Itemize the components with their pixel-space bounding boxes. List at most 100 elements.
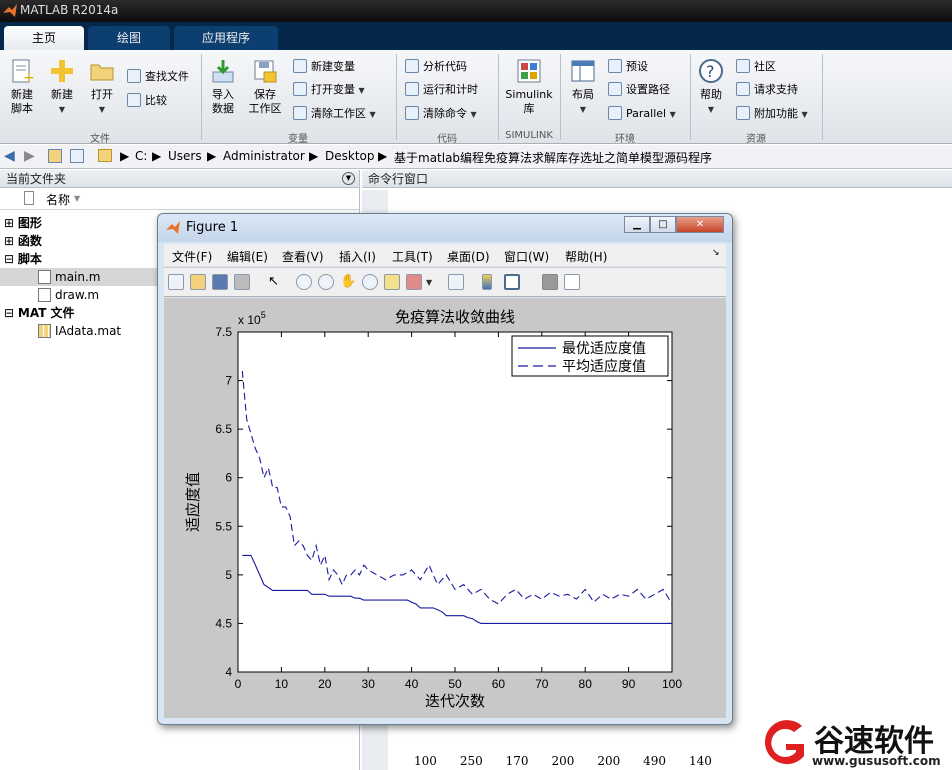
figure-toolbar: ↖ ✋ ▼	[164, 267, 726, 297]
new-dropdown-icon: ▼	[58, 105, 66, 114]
brush-icon[interactable]	[406, 274, 422, 290]
file-draw-m[interactable]: draw.m	[38, 286, 99, 304]
add-ons-label: 附加功能	[754, 107, 798, 120]
figure-title-bar[interactable]: Figure 1 ▁ □ ✕	[158, 214, 732, 242]
new-variable-button[interactable]: 新建变量	[293, 58, 355, 76]
toolstrip-tabs: 主页 绘图 应用程序	[0, 22, 952, 50]
open-variable-icon	[293, 82, 307, 96]
compare-button[interactable]: 比较	[127, 92, 167, 110]
figure-title: Figure 1	[186, 220, 239, 235]
analyze-code-button[interactable]: 分析代码	[405, 58, 467, 76]
maximize-button[interactable]: □	[650, 216, 676, 233]
tab-home[interactable]: 主页	[4, 26, 84, 50]
menu-file[interactable]: 文件(F)	[172, 248, 212, 265]
expand-icon[interactable]: ⊞	[4, 216, 14, 230]
preferences-button[interactable]: 预设	[608, 58, 648, 76]
file-name: main.m	[55, 270, 101, 284]
open-file-icon[interactable]	[190, 274, 206, 290]
panel-actions-icon[interactable]: ▼	[342, 172, 355, 185]
zoom-in-icon[interactable]	[296, 274, 312, 290]
figure-window[interactable]: Figure 1 ▁ □ ✕ 文件(F) 编辑(E) 查看(V) 插入(I) 工…	[157, 213, 733, 725]
separator	[822, 54, 823, 140]
up-folder-icon[interactable]	[48, 149, 62, 163]
legend-entry: 最优适应度值	[562, 340, 646, 357]
save-workspace-button[interactable]: 保存 工作区	[246, 58, 284, 116]
figure-canvas: 0 10 20 30 40 50 60 70 80 90 100 4 4.5 5 5.5 6 6.5 7 7.5 x …	[164, 298, 726, 718]
clear-commands-label: 清除命令	[423, 107, 467, 120]
run-and-time-button[interactable]: 运行和计时	[405, 81, 478, 99]
pointer-icon[interactable]: ↖	[268, 274, 284, 290]
new-button[interactable]: 新建 ▼	[46, 58, 78, 117]
import-data-button[interactable]: 导入 数据	[206, 58, 240, 116]
menu-dock-icon[interactable]: ↘	[712, 248, 720, 258]
back-icon[interactable]: ◀	[4, 148, 15, 164]
help-button[interactable]: ? 帮助 ▼	[696, 58, 726, 117]
clear-commands-button[interactable]: 清除命令 ▼	[405, 105, 477, 123]
new-figure-icon[interactable]	[168, 274, 184, 290]
tree-group-mat-files[interactable]: ⊟ MAT 文件	[4, 304, 75, 322]
browse-folder-icon[interactable]	[70, 149, 84, 163]
print-icon[interactable]	[234, 274, 250, 290]
name-column-header[interactable]: 名称	[46, 191, 70, 208]
menu-edit[interactable]: 编辑(E)	[227, 248, 268, 265]
menu-tools[interactable]: 工具(T)	[392, 248, 433, 265]
breadcrumb-desktop[interactable]: Desktop	[325, 149, 375, 163]
clear-workspace-button[interactable]: 清除工作区 ▼	[293, 105, 376, 123]
layout-button[interactable]: 布局 ▼	[566, 58, 600, 117]
open-variable-label: 打开变量	[311, 83, 355, 96]
close-button[interactable]: ✕	[676, 216, 724, 233]
menu-window[interactable]: 窗口(W)	[504, 248, 549, 265]
tab-apps[interactable]: 应用程序	[174, 26, 278, 50]
menu-insert[interactable]: 插入(I)	[339, 248, 376, 265]
tree-group-functions[interactable]: ⊞ 函数	[4, 232, 42, 250]
simulink-library-button[interactable]: Simulink 库	[504, 58, 554, 116]
rotate-3d-icon[interactable]	[362, 274, 378, 290]
menu-view[interactable]: 查看(V)	[282, 248, 324, 265]
collapse-icon[interactable]: ⊟	[4, 306, 14, 320]
file-iadata-mat[interactable]: IAdata.mat	[38, 322, 121, 340]
hide-plot-tools-icon[interactable]	[542, 274, 558, 290]
data-cursor-icon[interactable]	[384, 274, 400, 290]
tree-group-scripts[interactable]: ⊟ 脚本	[4, 250, 42, 268]
breadcrumb-administrator[interactable]: Administrator	[223, 149, 305, 163]
tab-plots[interactable]: 绘图	[88, 26, 170, 50]
y-axis-label: 适应度值	[184, 472, 202, 532]
legend-icon[interactable]	[504, 274, 520, 290]
link-plot-icon[interactable]	[448, 274, 464, 290]
new-script-label: 新建 脚本	[11, 88, 33, 115]
open-variable-button[interactable]: 打开变量 ▼	[293, 81, 365, 99]
colorbar-icon[interactable]	[482, 274, 492, 290]
parallel-button[interactable]: Parallel ▼	[608, 105, 676, 123]
collapse-icon[interactable]: ⊟	[4, 252, 14, 266]
separator	[690, 54, 691, 140]
minimize-button[interactable]: ▁	[624, 216, 650, 233]
request-support-label: 请求支持	[754, 83, 798, 96]
brush-dropdown-icon[interactable]: ▼	[426, 278, 432, 287]
set-path-label: 设置路径	[626, 83, 670, 96]
breadcrumb-drive[interactable]: C:	[135, 149, 147, 163]
tree-group-figures[interactable]: ⊞ 图形	[4, 214, 42, 232]
clear-commands-icon	[405, 106, 419, 120]
set-path-button[interactable]: 设置路径	[608, 81, 670, 99]
new-script-button[interactable]: + 新建 脚本	[6, 58, 38, 116]
help-icon: ?	[699, 59, 723, 83]
breadcrumb-project-folder[interactable]: 基于matlab编程免疫算法求解库存选址之简单模型源码程序	[394, 149, 712, 166]
find-files-button[interactable]: 查找文件	[127, 68, 189, 86]
sort-icon[interactable]: ▼	[74, 194, 80, 203]
request-support-button[interactable]: 请求支持	[736, 81, 798, 99]
menu-desktop[interactable]: 桌面(D)	[447, 248, 490, 265]
zoom-out-icon[interactable]	[318, 274, 334, 290]
show-plot-tools-icon[interactable]	[564, 274, 580, 290]
menu-help[interactable]: 帮助(H)	[565, 248, 607, 265]
watermark-logo: 谷速软件 www.gususoft.com	[752, 714, 952, 770]
y-tick-label: 6.5	[215, 422, 232, 436]
breadcrumb-users[interactable]: Users	[168, 149, 202, 163]
open-button[interactable]: 打开 ▼	[86, 58, 118, 117]
add-ons-button[interactable]: 附加功能 ▼	[736, 105, 808, 123]
expand-icon[interactable]: ⊞	[4, 234, 14, 248]
forward-icon[interactable]: ▶	[24, 148, 35, 164]
pan-hand-icon[interactable]: ✋	[340, 274, 356, 290]
save-icon[interactable]	[212, 274, 228, 290]
convergence-chart[interactable]: 0 10 20 30 40 50 60 70 80 90 100 4 4.5 5 5.5 6 6.5 7 7.5 x …	[164, 298, 726, 718]
community-button[interactable]: 社区	[736, 58, 776, 76]
